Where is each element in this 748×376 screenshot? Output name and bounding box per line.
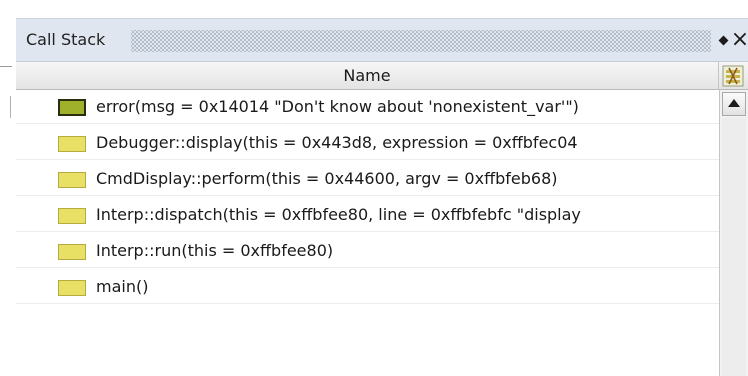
panel-titlebar[interactable]: Call Stack × — [16, 18, 748, 62]
close-icon[interactable]: × — [730, 27, 748, 53]
table-row[interactable]: Interp::dispatch(this = 0xffbfee80, line… — [16, 198, 719, 232]
stack-frame-icon — [58, 208, 86, 224]
table-row[interactable]: Debugger::display(this = 0x443d8, expres… — [16, 126, 719, 160]
call-stack-panel: Call Stack × Name error(msg = 0x14014 "D… — [16, 10, 748, 376]
titlebar-grip[interactable] — [131, 30, 711, 52]
frame-label: Interp::run(this = 0xffbfee80) — [96, 241, 334, 260]
frame-label: Interp::dispatch(this = 0xffbfee80, line… — [96, 205, 581, 224]
table-row[interactable]: main() — [16, 270, 719, 304]
stack-frame-icon — [58, 244, 86, 260]
table-row[interactable]: Interp::run(this = 0xffbfee80) — [16, 234, 719, 268]
gutter-tick — [10, 96, 11, 118]
table-row[interactable]: error(msg = 0x14014 "Don't know about 'n… — [16, 90, 719, 124]
stack-frame-icon — [58, 172, 86, 188]
current-frame-icon — [58, 99, 86, 116]
left-gutter — [0, 0, 16, 376]
frame-label: CmdDisplay::perform(this = 0x44600, argv… — [96, 169, 558, 188]
scroll-up-icon — [728, 99, 740, 107]
frame-label: Debugger::display(this = 0x443d8, expres… — [96, 133, 578, 152]
scroll-track[interactable] — [722, 118, 746, 376]
stack-frame-icon — [58, 136, 86, 152]
scroll-up-button[interactable] — [722, 92, 746, 116]
column-config-icon[interactable] — [722, 65, 744, 87]
stack-frame-icon — [58, 280, 86, 296]
call-stack-list: error(msg = 0x14014 "Don't know about 'n… — [16, 90, 719, 376]
vertical-scrollbar[interactable] — [719, 90, 748, 376]
table-header: Name — [16, 62, 748, 90]
table-row[interactable]: CmdDisplay::perform(this = 0x44600, argv… — [16, 162, 719, 196]
column-header-name[interactable]: Name — [16, 62, 719, 90]
gutter-divider — [0, 66, 12, 67]
frame-label: main() — [96, 277, 149, 296]
frame-label: error(msg = 0x14014 "Don't know about 'n… — [96, 97, 579, 116]
panel-title: Call Stack — [26, 30, 106, 49]
